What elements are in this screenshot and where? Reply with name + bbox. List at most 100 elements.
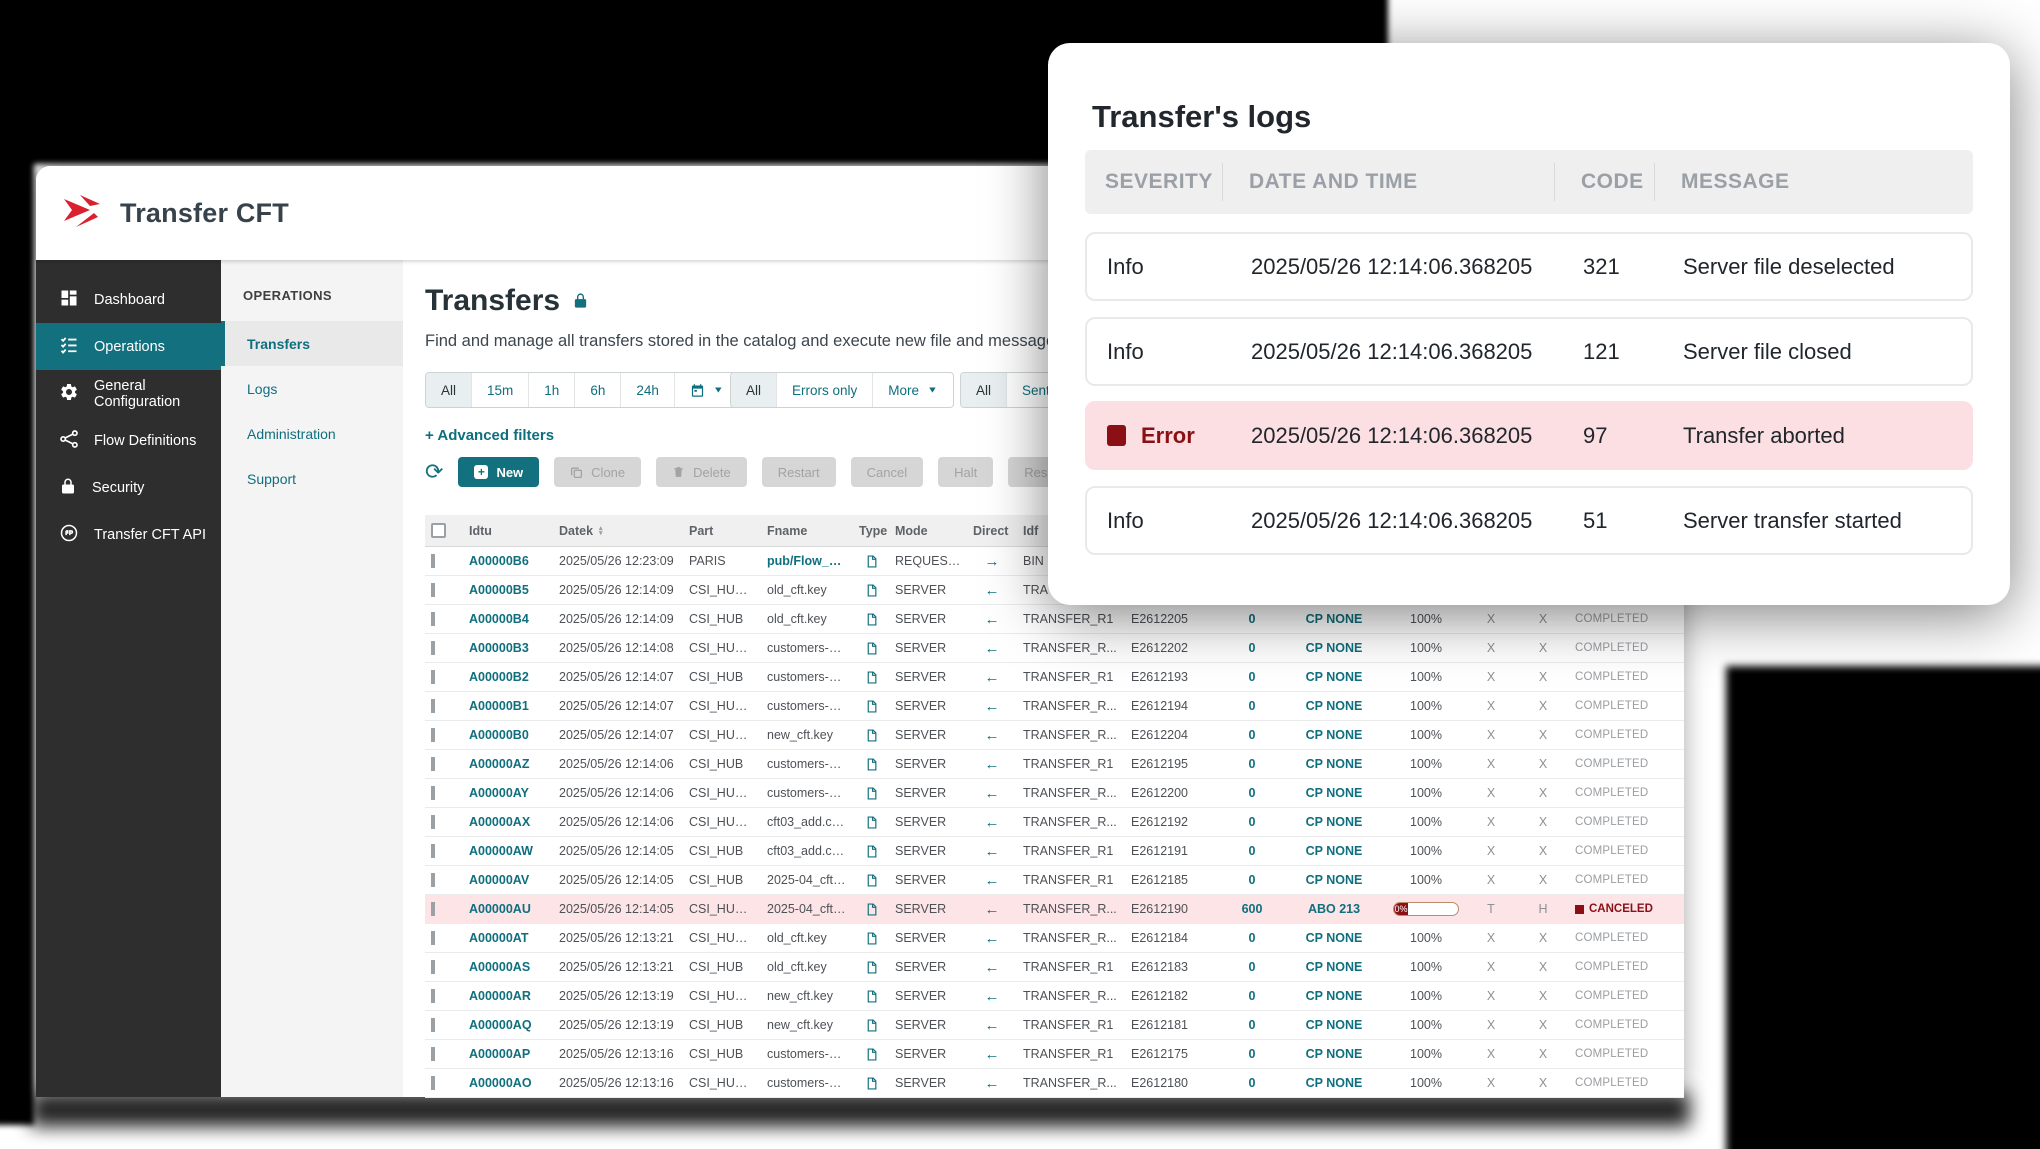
cell-idtu[interactable]: A00000AU bbox=[463, 902, 553, 916]
cell-idtu[interactable]: A00000B3 bbox=[463, 641, 553, 655]
cell-idtu[interactable]: A00000B0 bbox=[463, 728, 553, 742]
cell-idtu[interactable]: A00000B2 bbox=[463, 670, 553, 684]
filter-option-15m[interactable]: 15m bbox=[471, 373, 528, 407]
restart-button[interactable]: Restart bbox=[762, 457, 836, 487]
cell-datek: 2025/05/26 12:13:16 bbox=[553, 1076, 683, 1090]
cell-idtu[interactable]: A00000AT bbox=[463, 931, 553, 945]
delete-button[interactable]: Delete bbox=[656, 457, 747, 487]
row-checkbox[interactable] bbox=[431, 1018, 435, 1032]
row-checkbox[interactable] bbox=[431, 699, 435, 713]
row-checkbox[interactable] bbox=[431, 815, 435, 829]
cell-bytes: 0 bbox=[1223, 1018, 1281, 1032]
cell-idtu[interactable]: A00000B1 bbox=[463, 699, 553, 713]
table-row-a00000at[interactable]: A00000AT2025/05/26 12:13:21CSI_HUB_KAF..… bbox=[425, 924, 1684, 953]
submenu-item-logs[interactable]: Logs bbox=[221, 366, 403, 411]
cell-idtu[interactable]: A00000AS bbox=[463, 960, 553, 974]
sort-icon[interactable]: ▴▾ bbox=[599, 526, 603, 536]
filter-option-all[interactable]: All bbox=[731, 373, 776, 407]
row-checkbox[interactable] bbox=[431, 641, 435, 655]
cell-idtu[interactable]: A00000B4 bbox=[463, 612, 553, 626]
submenu-item-administration[interactable]: Administration bbox=[221, 411, 403, 456]
row-checkbox[interactable] bbox=[431, 902, 435, 916]
table-row-a00000as[interactable]: A00000AS2025/05/26 12:13:21CSI_HUBold_cf… bbox=[425, 953, 1684, 982]
filter-option-all[interactable]: All bbox=[961, 373, 1006, 407]
row-checkbox[interactable] bbox=[431, 989, 435, 1003]
advanced-filters-link[interactable]: + Advanced filters bbox=[425, 427, 554, 444]
filter-option-all[interactable]: All bbox=[426, 373, 471, 407]
cancel-button[interactable]: Cancel bbox=[851, 457, 923, 487]
table-row-a00000b2[interactable]: A00000B22025/05/26 12:14:07CSI_HUBcustom… bbox=[425, 663, 1684, 692]
cell-idtu[interactable]: A00000AX bbox=[463, 815, 553, 829]
filter-option-1h[interactable]: 1h bbox=[528, 373, 574, 407]
column-header-mode[interactable]: Mode bbox=[889, 524, 967, 538]
column-header-type[interactable]: Type bbox=[853, 524, 889, 538]
refresh-icon[interactable]: ⟳ bbox=[425, 461, 443, 483]
table-row-a00000ar[interactable]: A00000AR2025/05/26 12:13:19CSI_HUB_KAF..… bbox=[425, 982, 1684, 1011]
table-row-a00000aw[interactable]: A00000AW2025/05/26 12:14:05CSI_HUBcft03_… bbox=[425, 837, 1684, 866]
table-row-a00000aq[interactable]: A00000AQ2025/05/26 12:13:19CSI_HUBnew_cf… bbox=[425, 1011, 1684, 1040]
table-row-a00000ao[interactable]: A00000AO2025/05/26 12:13:16CSI_HUB_KAF..… bbox=[425, 1069, 1684, 1098]
row-checkbox[interactable] bbox=[431, 931, 435, 945]
submenu-item-support[interactable]: Support bbox=[221, 456, 403, 501]
table-row-a00000b1[interactable]: A00000B12025/05/26 12:14:07CSI_HUB_KAF..… bbox=[425, 692, 1684, 721]
row-checkbox[interactable] bbox=[431, 873, 435, 887]
row-checkbox[interactable] bbox=[431, 757, 435, 771]
halt-button[interactable]: Halt bbox=[938, 457, 993, 487]
cell-type bbox=[853, 873, 889, 888]
cell-idtu[interactable]: A00000AZ bbox=[463, 757, 553, 771]
row-checkbox[interactable] bbox=[431, 960, 435, 974]
table-row-a00000az[interactable]: A00000AZ2025/05/26 12:14:06CSI_HUBcustom… bbox=[425, 750, 1684, 779]
cell-idtu[interactable]: A00000AP bbox=[463, 1047, 553, 1061]
row-checkbox[interactable] bbox=[431, 583, 435, 597]
cell-idtu[interactable]: A00000AR bbox=[463, 989, 553, 1003]
table-row-a00000av[interactable]: A00000AV2025/05/26 12:14:05CSI_HUB2025-0… bbox=[425, 866, 1684, 895]
row-checkbox[interactable] bbox=[431, 1047, 435, 1061]
cell-idtu[interactable]: A00000AV bbox=[463, 873, 553, 887]
cell-fname[interactable]: pub/Flow_0001 bbox=[761, 554, 853, 568]
table-row-a00000ay[interactable]: A00000AY2025/05/26 12:14:06CSI_HUB_KAF..… bbox=[425, 779, 1684, 808]
table-row-a00000b3[interactable]: A00000B32025/05/26 12:14:08CSI_HUB_KAF..… bbox=[425, 634, 1684, 663]
new-button[interactable]: + New bbox=[458, 457, 539, 487]
column-header-datek[interactable]: Datek▴▾ bbox=[553, 524, 683, 538]
sidebar-item-flow-definitions[interactable]: Flow Definitions bbox=[36, 417, 221, 464]
cell-idtu[interactable]: A00000AW bbox=[463, 844, 553, 858]
cell-mode: SERVER bbox=[889, 1076, 967, 1090]
row-checkbox[interactable] bbox=[431, 670, 435, 684]
filter-option-6h[interactable]: 6h bbox=[574, 373, 620, 407]
row-checkbox[interactable] bbox=[431, 844, 435, 858]
table-row-a00000b4[interactable]: A00000B42025/05/26 12:14:09CSI_HUBold_cf… bbox=[425, 605, 1684, 634]
cell-idtu[interactable]: A00000B6 bbox=[463, 554, 553, 568]
column-header-direct[interactable]: Direct bbox=[967, 524, 1017, 538]
sidebar-item-operations[interactable]: Operations bbox=[36, 323, 221, 370]
column-header-fname[interactable]: Fname bbox=[761, 524, 853, 538]
table-row-a00000au[interactable]: A00000AU2025/05/26 12:14:05CSI_HUB_KAF..… bbox=[425, 895, 1684, 924]
sidebar-item-general-configuration[interactable]: General Configuration bbox=[36, 370, 221, 417]
sidebar-item-transfer-cft-api[interactable]: Transfer CFT API bbox=[36, 511, 221, 558]
row-checkbox[interactable] bbox=[431, 728, 435, 742]
table-row-a00000ap[interactable]: A00000AP2025/05/26 12:13:16CSI_HUBcustom… bbox=[425, 1040, 1684, 1069]
select-all-checkbox[interactable] bbox=[431, 523, 446, 538]
column-header-idtu[interactable]: Idtu bbox=[463, 524, 553, 538]
column-header-part[interactable]: Part bbox=[683, 524, 761, 538]
row-checkbox[interactable] bbox=[431, 612, 435, 626]
table-row-a00000b0[interactable]: A00000B02025/05/26 12:14:07CSI_HUB_KAF..… bbox=[425, 721, 1684, 750]
filter-option-more[interactable]: More▼ bbox=[872, 373, 953, 407]
cell-return-code: CP NONE bbox=[1281, 786, 1387, 800]
cell-idtu[interactable]: A00000AY bbox=[463, 786, 553, 800]
cell-idtu[interactable]: A00000AO bbox=[463, 1076, 553, 1090]
sidebar-item-dashboard[interactable]: Dashboard bbox=[36, 276, 221, 323]
row-select-cell bbox=[425, 960, 463, 974]
row-checkbox[interactable] bbox=[431, 786, 435, 800]
clone-button[interactable]: Clone bbox=[554, 457, 641, 487]
filter-option-errors-only[interactable]: Errors only bbox=[776, 373, 872, 407]
sidebar-item-security[interactable]: Security bbox=[36, 464, 221, 511]
cell-bytes: 0 bbox=[1223, 757, 1281, 771]
filter-option-24h[interactable]: 24h bbox=[620, 373, 674, 407]
cell-idtu[interactable]: A00000AQ bbox=[463, 1018, 553, 1032]
cell-progress: 100% bbox=[1387, 641, 1465, 655]
table-row-a00000ax[interactable]: A00000AX2025/05/26 12:14:06CSI_HUB_KAF..… bbox=[425, 808, 1684, 837]
row-checkbox[interactable] bbox=[431, 1076, 435, 1090]
submenu-item-transfers[interactable]: Transfers bbox=[221, 321, 403, 366]
row-checkbox[interactable] bbox=[431, 554, 435, 568]
cell-idtu[interactable]: A00000B5 bbox=[463, 583, 553, 597]
